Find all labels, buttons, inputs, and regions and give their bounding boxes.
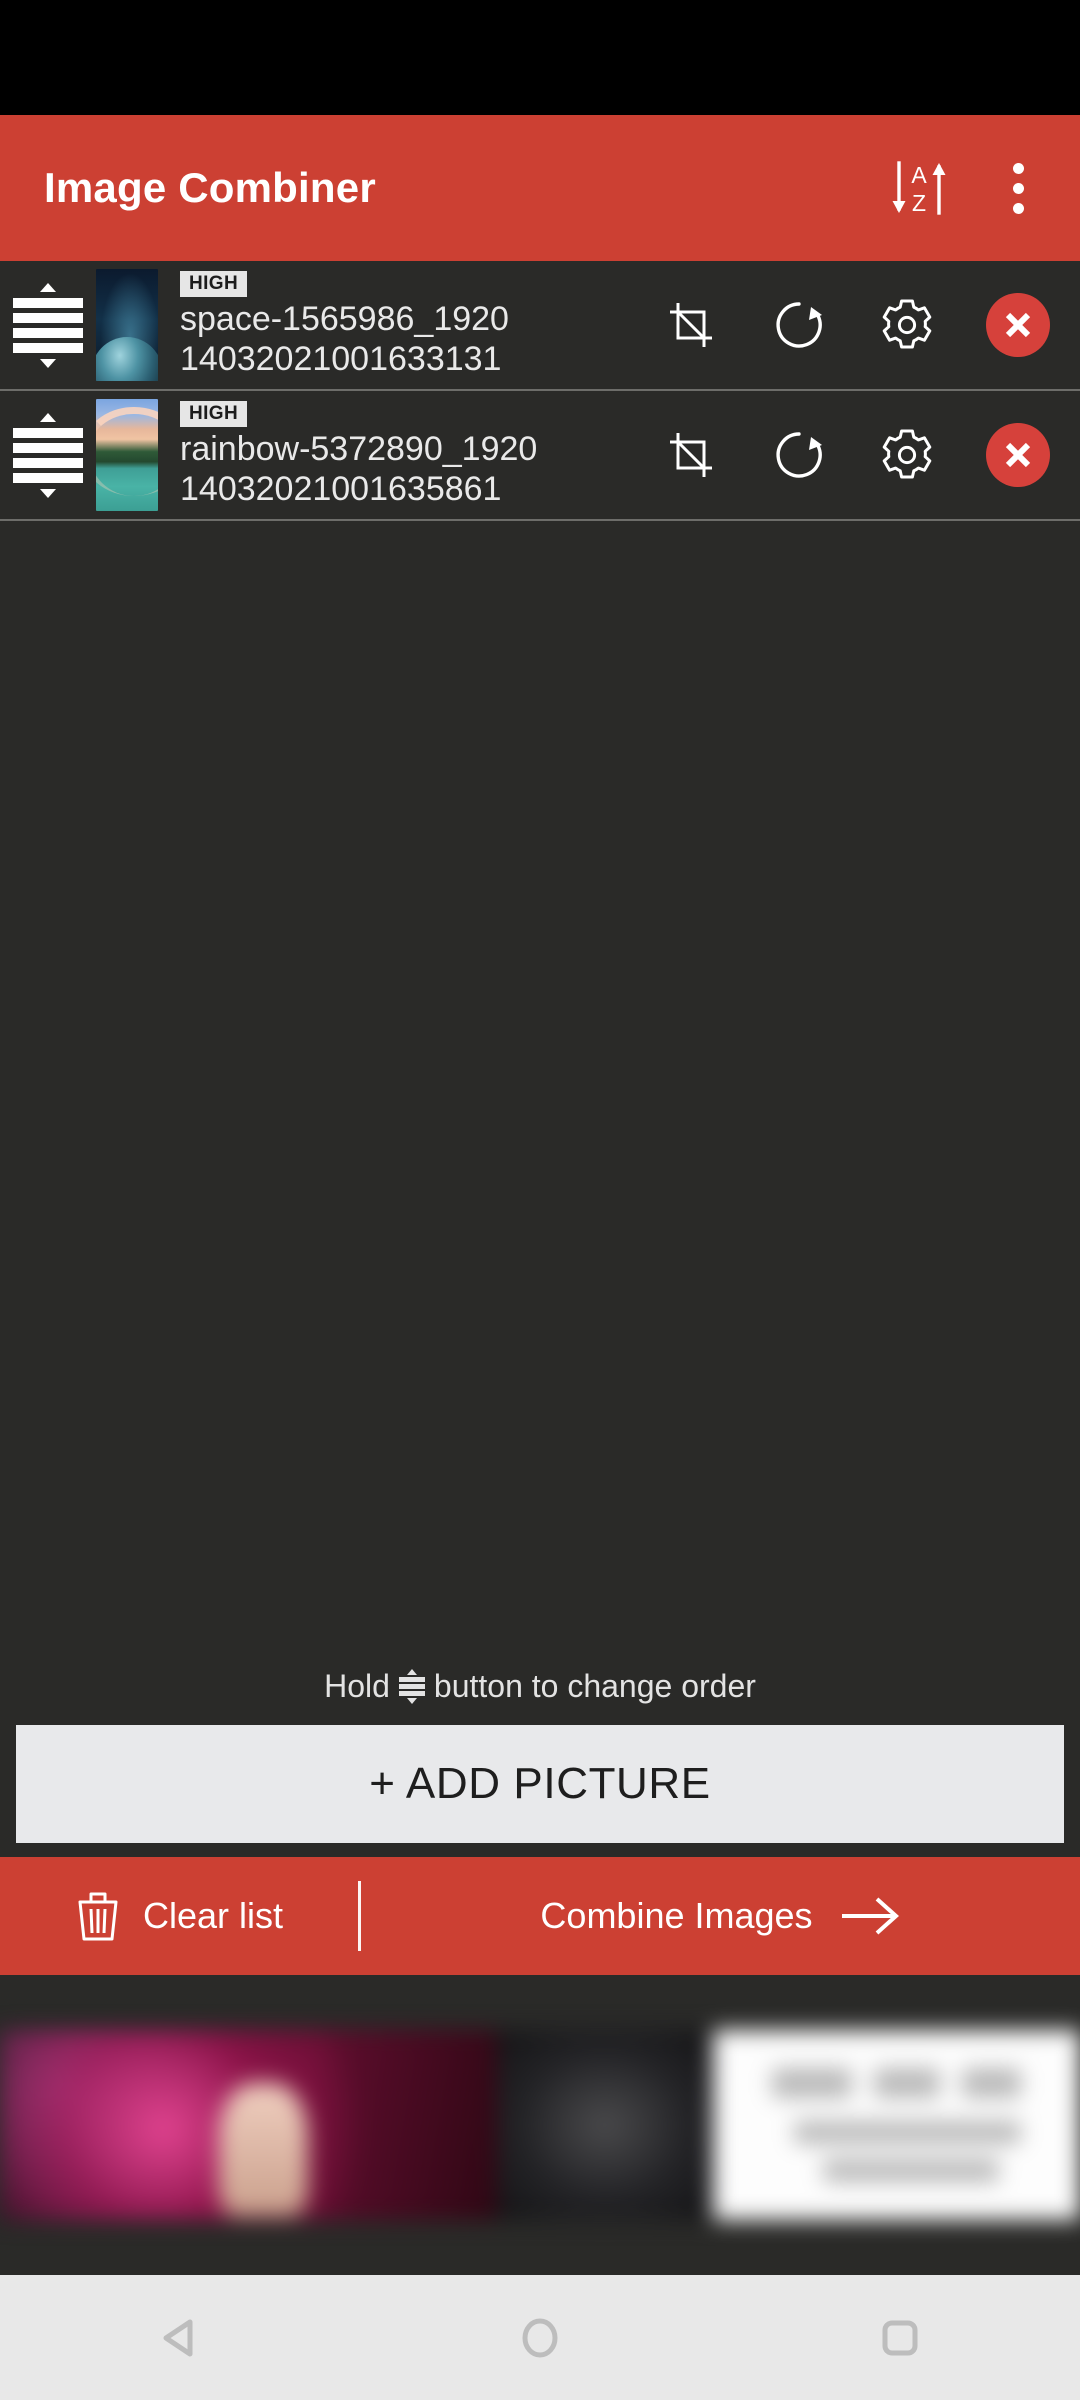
nav-home-button[interactable]: [465, 2275, 615, 2400]
drag-handle-icon: [398, 1669, 425, 1704]
nav-back-button[interactable]: [105, 2275, 255, 2400]
reorder-hint-before: Hold: [324, 1668, 390, 1704]
list-item-actions: [662, 423, 1058, 487]
rotate-button[interactable]: [770, 296, 828, 354]
delete-icon: [1005, 442, 1031, 468]
bottom-action-bar: Clear list Combine Images: [0, 1857, 1080, 1975]
clear-list-label: Clear list: [142, 1895, 284, 1936]
rotate-icon: [776, 432, 822, 478]
home-circle-icon: [522, 2318, 558, 2357]
filename-line-2: 14032021001635861: [180, 470, 502, 508]
status-bar: [0, 0, 1080, 115]
android-navigation-bar: [0, 2275, 1080, 2400]
delete-icon: [1005, 312, 1031, 338]
image-thumbnail[interactable]: [96, 269, 158, 381]
drag-handle-icon[interactable]: [0, 412, 96, 498]
sort-az-button[interactable]: A Z: [888, 157, 950, 219]
phone-screen: Image Combiner A Z HIGH space-1565986_19…: [0, 0, 1080, 2400]
image-thumbnail[interactable]: [96, 399, 158, 511]
main-content: HIGH space-1565986_1920 1403202100163313…: [0, 261, 1080, 1857]
app-bar: Image Combiner A Z: [0, 115, 1080, 261]
add-picture-button[interactable]: + ADD PICTURE: [16, 1725, 1064, 1843]
ad-creative: [0, 2030, 1080, 2220]
ad-image-left: [0, 2030, 497, 2220]
settings-icon: [882, 429, 932, 479]
app-bar-actions: A Z: [888, 157, 1042, 219]
filename-line-1: space-1565986_1920: [180, 300, 509, 338]
ad-text-panel: [712, 2030, 1080, 2220]
nav-recents-button[interactable]: [825, 2275, 975, 2400]
crop-button[interactable]: [662, 426, 720, 484]
settings-icon: [882, 299, 932, 349]
trash-icon: [78, 1892, 118, 1941]
ad-image-middle: [496, 2030, 713, 2220]
back-triangle-icon: [163, 2319, 193, 2356]
reorder-hint: Hold button to change order: [0, 1668, 1080, 1725]
status-badge: HIGH: [180, 271, 248, 297]
image-list: HIGH space-1565986_1920 1403202100163313…: [0, 261, 1080, 521]
overflow-menu-button[interactable]: [994, 157, 1042, 219]
crop-icon: [670, 433, 712, 477]
settings-button[interactable]: [878, 296, 936, 354]
combine-images-label: Combine Images: [540, 1895, 813, 1936]
delete-button[interactable]: [986, 423, 1050, 487]
crop-button[interactable]: [662, 296, 720, 354]
drag-handle-icon[interactable]: [0, 282, 96, 368]
crop-icon: [670, 303, 712, 347]
list-item-actions: [662, 293, 1058, 357]
svg-text:Z: Z: [912, 190, 926, 216]
page-title: Image Combiner: [44, 164, 376, 211]
list-item-meta: HIGH rainbow-5372890_1920 14032021001635…: [176, 401, 662, 509]
recents-square-icon: [882, 2320, 918, 2355]
reorder-hint-after: button to change order: [433, 1668, 756, 1704]
empty-area: [0, 521, 1080, 1668]
clear-list-button[interactable]: Clear list: [0, 1890, 358, 1942]
filename-line-2: 14032021001633131: [180, 340, 502, 378]
overflow-menu-icon: [994, 157, 1042, 219]
rotate-icon: [776, 302, 822, 348]
filename-line-1: rainbow-5372890_1920: [180, 430, 538, 468]
list-item[interactable]: HIGH space-1565986_1920 1403202100163313…: [0, 261, 1080, 391]
status-badge: HIGH: [180, 401, 248, 427]
combine-images-button[interactable]: Combine Images: [361, 1894, 1080, 1938]
delete-button[interactable]: [986, 293, 1050, 357]
svg-text:A: A: [911, 162, 927, 188]
list-item[interactable]: HIGH rainbow-5372890_1920 14032021001635…: [0, 391, 1080, 521]
add-picture-container: + ADD PICTURE: [0, 1725, 1080, 1857]
arrow-right-icon: [841, 1897, 899, 1935]
settings-button[interactable]: [878, 426, 936, 484]
advertisement-banner[interactable]: [0, 1975, 1080, 2275]
sort-az-icon: A Z: [892, 161, 946, 216]
rotate-button[interactable]: [770, 426, 828, 484]
list-item-meta: HIGH space-1565986_1920 1403202100163313…: [176, 271, 662, 379]
bottom-bar-divider: [358, 1881, 361, 1951]
